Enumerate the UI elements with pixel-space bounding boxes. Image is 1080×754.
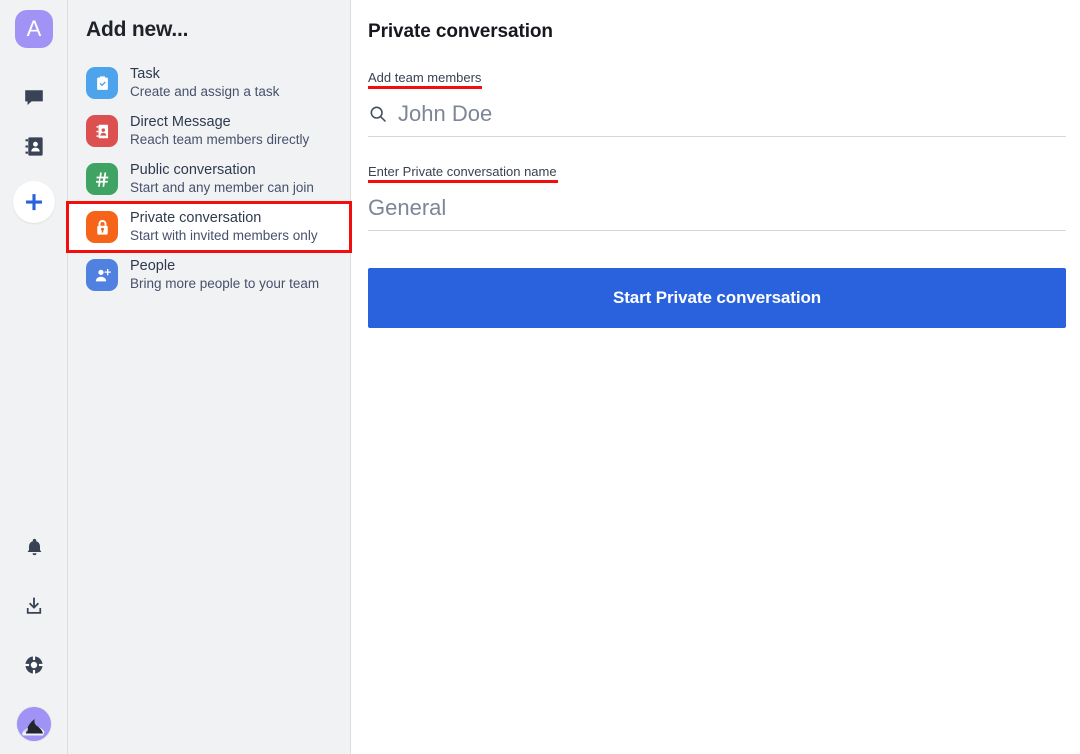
rail-item-profile[interactable] bbox=[0, 700, 68, 748]
conversation-name-input[interactable] bbox=[368, 195, 1066, 221]
option-title: Public conversation bbox=[130, 161, 314, 179]
option-subtitle: Start and any member can join bbox=[130, 179, 314, 197]
rail-top-group: A bbox=[0, 0, 68, 226]
option-text: Task Create and assign a task bbox=[130, 65, 279, 101]
add-team-members-label: Add team members bbox=[368, 70, 481, 87]
option-text: People Bring more people to your team bbox=[130, 257, 319, 293]
lifebuoy-icon[interactable] bbox=[23, 654, 45, 676]
person-add-icon bbox=[86, 259, 118, 291]
option-subtitle: Bring more people to your team bbox=[130, 275, 319, 293]
option-subtitle: Reach team members directly bbox=[130, 131, 309, 149]
rail-item-chat[interactable] bbox=[0, 74, 68, 122]
panel-title: Add new... bbox=[68, 0, 350, 42]
main-content: Private conversation Add team members En… bbox=[351, 0, 1080, 754]
left-rail: A bbox=[0, 0, 68, 754]
rail-item-notifications[interactable] bbox=[0, 523, 68, 571]
clipboard-check-icon bbox=[86, 67, 118, 99]
option-title: Direct Message bbox=[130, 113, 309, 131]
user-avatar[interactable] bbox=[17, 707, 51, 741]
option-text: Direct Message Reach team members direct… bbox=[130, 113, 309, 149]
address-book-icon bbox=[86, 115, 118, 147]
conversation-name-field: Enter Private conversation name bbox=[368, 163, 1066, 231]
add-team-members-input-row[interactable] bbox=[368, 96, 1066, 137]
option-title: Private conversation bbox=[130, 209, 318, 227]
rail-bottom-group bbox=[0, 523, 68, 748]
rail-item-contacts[interactable] bbox=[0, 122, 68, 170]
plus-icon bbox=[23, 191, 45, 213]
add-new-panel: Add new... Task Create and assign a task bbox=[68, 0, 351, 754]
add-team-members-field: Add team members bbox=[368, 69, 1066, 137]
rail-item-downloads[interactable] bbox=[0, 582, 68, 630]
option-people[interactable]: People Bring more people to your team bbox=[68, 251, 350, 299]
search-input[interactable] bbox=[398, 101, 1066, 127]
chat-icon[interactable] bbox=[22, 86, 46, 110]
option-subtitle: Create and assign a task bbox=[130, 83, 279, 101]
download-icon[interactable] bbox=[23, 595, 45, 617]
option-private-conversation[interactable]: Private conversation Start with invited … bbox=[68, 203, 350, 251]
add-button[interactable] bbox=[13, 181, 55, 223]
add-new-options-list: Task Create and assign a task bbox=[68, 59, 350, 299]
option-public-conversation[interactable]: Public conversation Start and any member… bbox=[68, 155, 350, 203]
option-direct-message[interactable]: Direct Message Reach team members direct… bbox=[68, 107, 350, 155]
lock-icon bbox=[86, 211, 118, 243]
avatar-image bbox=[17, 707, 51, 741]
rail-item-add[interactable] bbox=[0, 178, 68, 226]
option-text: Private conversation Start with invited … bbox=[130, 209, 318, 245]
bell-icon[interactable] bbox=[24, 537, 45, 558]
option-text: Public conversation Start and any member… bbox=[130, 161, 314, 197]
option-title: People bbox=[130, 257, 319, 275]
team-avatar-letter: A bbox=[27, 18, 42, 40]
search-icon bbox=[368, 104, 388, 124]
page-title: Private conversation bbox=[368, 0, 1066, 43]
conversation-name-label: Enter Private conversation name bbox=[368, 164, 557, 181]
app-window: A bbox=[0, 0, 1080, 754]
option-subtitle: Start with invited members only bbox=[130, 227, 318, 245]
contacts-icon[interactable] bbox=[23, 135, 46, 158]
team-avatar[interactable]: A bbox=[15, 10, 53, 48]
team-avatar-slot[interactable]: A bbox=[0, 0, 68, 58]
rail-item-help[interactable] bbox=[0, 641, 68, 689]
hash-icon bbox=[86, 163, 118, 195]
option-task[interactable]: Task Create and assign a task bbox=[68, 59, 350, 107]
start-private-conversation-button[interactable]: Start Private conversation bbox=[368, 268, 1066, 328]
conversation-name-input-row[interactable] bbox=[368, 190, 1066, 231]
option-title: Task bbox=[130, 65, 279, 83]
